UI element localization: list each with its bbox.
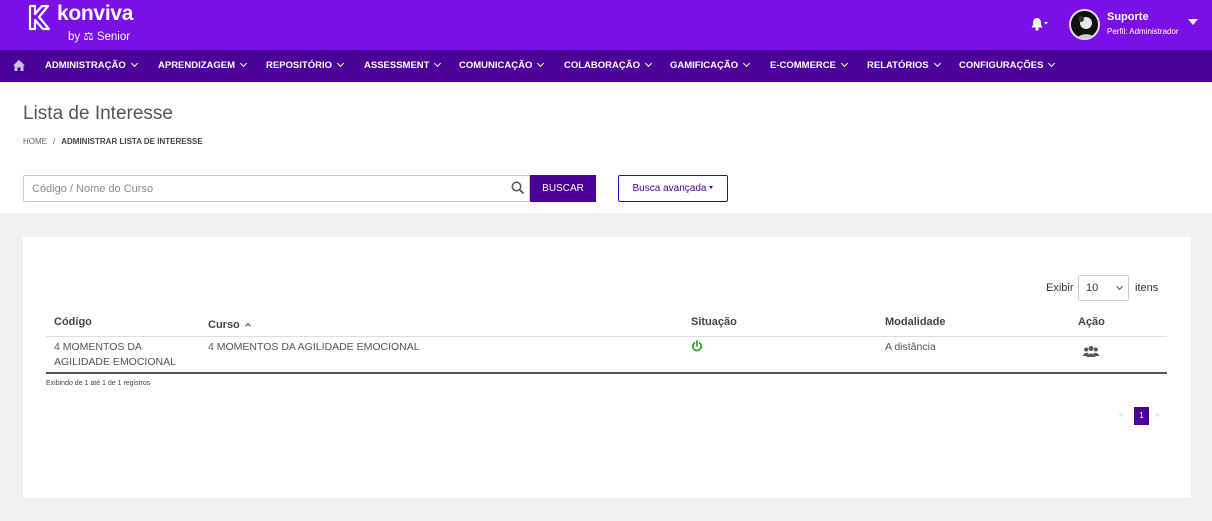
nav-item-colaboracao[interactable]: COLABORAÇÃO (564, 59, 653, 71)
table-bottom-divider (46, 372, 1167, 374)
nav-item-gamificacao[interactable]: GAMIFICAÇÃO (670, 59, 751, 71)
nav-item-ecommerce[interactable]: E-COMMERCE (770, 59, 849, 71)
nav-item-aprendizagem[interactable]: APRENDIZAGEM (158, 59, 248, 71)
column-header-situacao[interactable]: Situação (691, 316, 737, 328)
chevron-down-icon (434, 59, 442, 68)
chevron-down-icon (1048, 59, 1056, 68)
cell-curso: 4 MOMENTOS DA AGILIDADE EMOCIONAL (208, 341, 420, 353)
main-nav: ADMINISTRAÇÃO APRENDIZAGEM REPOSITÓRIO A… (0, 50, 1212, 82)
pagination-last-button[interactable]: » (1155, 410, 1159, 419)
column-header-modalidade[interactable]: Modalidade (885, 316, 946, 328)
chevron-down-icon (130, 59, 138, 68)
notification-bell-icon[interactable] (1029, 14, 1049, 34)
page-header: Lista de Interesse HOME / ADMINISTRAR LIST… (0, 82, 1212, 213)
page-size-suffix: itens (1135, 282, 1159, 294)
chevron-down-icon (743, 59, 751, 68)
breadcrumb: HOME / ADMINISTRAR LISTA DE INTERESSE (23, 137, 203, 146)
column-header-acao: Ação (1078, 316, 1105, 328)
sort-ascending-icon (244, 323, 251, 329)
column-header-codigo[interactable]: Código (54, 316, 92, 328)
page-size-label: Exibir (1046, 282, 1074, 294)
nav-item-repositorio[interactable]: REPOSITÓRIO (266, 59, 345, 71)
pagination-first-button[interactable]: « (1119, 410, 1123, 419)
breadcrumb-home[interactable]: HOME (23, 137, 47, 146)
nav-item-configuracoes[interactable]: CONFIGURAÇÕES (959, 59, 1056, 71)
user-menu-caret-icon[interactable] (1188, 19, 1198, 25)
page-size-select[interactable]: 10 (1078, 275, 1129, 301)
records-info: Exibindo de 1 até 1 de 1 registros (46, 380, 151, 387)
chevron-down-icon (1115, 282, 1124, 291)
page-size-value: 10 (1086, 282, 1099, 294)
column-header-curso[interactable]: Curso (208, 319, 251, 331)
breadcrumb-current: ADMINISTRAR LISTA DE INTERESSE (61, 137, 203, 146)
user-profile: Perfil: Administrador (1107, 27, 1179, 36)
chevron-down-icon (933, 59, 941, 68)
table-header-divider (46, 336, 1167, 337)
cell-codigo: 4 MOMENTOS DA AGILIDADE EMOCIONAL (54, 341, 176, 368)
power-icon[interactable] (691, 340, 703, 352)
user-avatar[interactable] (1069, 9, 1100, 40)
brand-name: konviva (57, 2, 134, 25)
chevron-down-icon (336, 59, 345, 68)
nav-item-relatorios[interactable]: RELATÓRIOS (867, 59, 941, 71)
advanced-search-button[interactable]: Busca avançada (618, 175, 728, 202)
chevron-down-icon (537, 59, 545, 68)
nav-item-comunicacao[interactable]: COMUNICAÇÃO (459, 59, 545, 71)
users-icon[interactable] (1083, 345, 1099, 357)
brand-by: by ⚖ Senior (68, 31, 131, 43)
nav-item-administracao[interactable]: ADMINISTRAÇÃO (45, 59, 138, 71)
breadcrumb-separator: / (53, 137, 56, 146)
cell-modalidade: A distância (885, 341, 936, 353)
chevron-down-icon (240, 59, 248, 68)
chevron-down-icon (840, 59, 849, 68)
chevron-down-icon (644, 59, 653, 68)
user-name[interactable]: Suporte (1107, 11, 1149, 23)
search-icon[interactable] (511, 181, 525, 195)
search-button[interactable]: BUSCAR (530, 175, 596, 202)
pagination-page-1[interactable]: 1 (1134, 407, 1149, 425)
search-input[interactable] (23, 175, 530, 202)
page-title: Lista de Interesse (23, 103, 173, 124)
nav-item-assessment[interactable]: ASSESSMENT (364, 59, 442, 71)
results-card: Exibir 10 itens Código Curso Situação Mo… (23, 237, 1191, 498)
top-header: konviva by ⚖ Senior Suporte Perfil: Admi… (0, 0, 1212, 50)
caret-down-icon (709, 186, 714, 189)
home-icon[interactable] (12, 59, 26, 72)
